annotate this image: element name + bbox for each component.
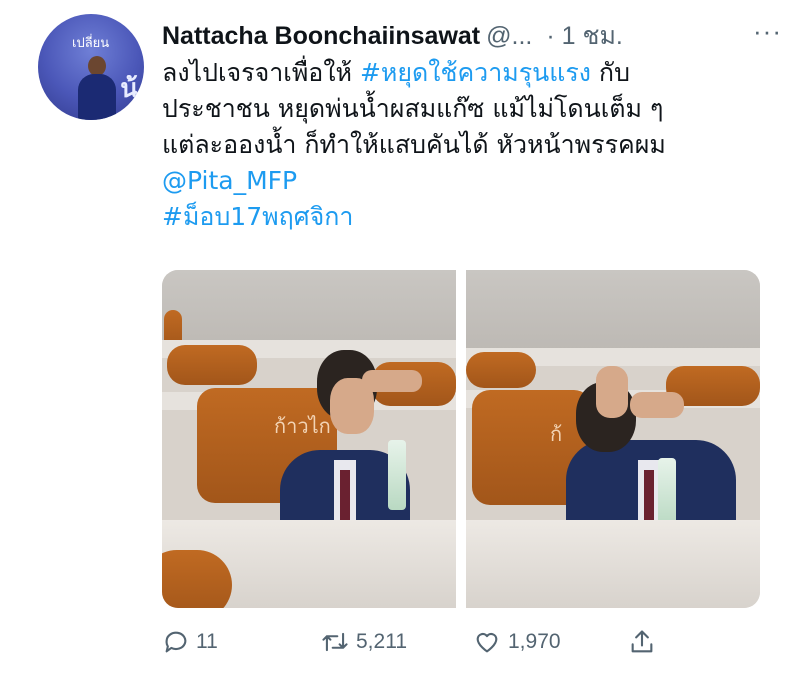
tweet-line-1-prefix: ลงไปเจรจาเพื่อให้	[162, 58, 360, 87]
tie	[644, 470, 654, 520]
desk-front	[466, 520, 760, 608]
tweet-actions: 11 5,211 1,970	[162, 622, 782, 662]
seat-label: ก้	[550, 422, 563, 446]
wall	[466, 270, 760, 350]
like-count: 1,970	[508, 630, 561, 653]
author-avatar[interactable]: เปลี่ยน น้	[38, 14, 144, 120]
retweet-icon	[322, 632, 348, 652]
tweet-line-1: ลงไปเจรจาเพื่อให้ #หยุดใช้ความรุนแรง กับ	[162, 55, 782, 91]
more-options-icon[interactable]: ···	[753, 16, 782, 47]
seat-back	[466, 352, 536, 388]
reply-button[interactable]: 11	[162, 622, 218, 662]
avatar-text: เปลี่ยน	[72, 36, 110, 51]
tweet-media: ก้าวไก ก้	[162, 270, 760, 608]
share-button[interactable]	[628, 622, 662, 662]
seat-back	[167, 345, 257, 385]
hand	[596, 366, 628, 418]
share-icon	[631, 630, 653, 653]
tie	[340, 470, 350, 520]
bottle	[388, 440, 406, 510]
tweet-line-3: แต่ละอองน้ำ ก็ทำให้แสบคันได้ หัวหน้าพรรค…	[162, 130, 666, 159]
avatar-person-head	[88, 56, 106, 76]
avatar-text-2: น้	[120, 74, 138, 104]
author-name[interactable]: Nattacha Boonchaiinsawat	[162, 22, 480, 50]
tweet-line-1-suffix: กับ	[590, 58, 630, 87]
hand	[630, 392, 684, 418]
retweet-button[interactable]: 5,211	[320, 622, 407, 662]
like-button[interactable]: 1,970	[472, 622, 561, 662]
reply-icon	[165, 631, 187, 653]
tweet-header: Nattacha Boonchaiinsawat @... · 1 ชม. ···	[162, 16, 782, 50]
mention-link[interactable]: @Pita_MFP	[162, 163, 782, 199]
photo-right[interactable]: ก้	[466, 270, 760, 608]
retweet-count: 5,211	[356, 630, 407, 653]
wall	[162, 270, 456, 350]
tweet-text: ลงไปเจรจาเพื่อให้ #หยุดใช้ความรุนแรง กับ…	[162, 55, 782, 235]
heart-icon	[476, 632, 498, 653]
hashtag-link-2[interactable]: #ม็อบ17พฤศจิกา	[162, 199, 782, 235]
hand	[362, 370, 422, 392]
photo-left[interactable]: ก้าวไก	[162, 270, 456, 608]
tweet-time[interactable]: · 1 ชม.	[546, 22, 623, 50]
bottle	[658, 458, 676, 528]
seat-label: ก้าวไก	[274, 414, 331, 438]
hashtag-link[interactable]: #หยุดใช้ความรุนแรง	[360, 58, 591, 87]
avatar-person-body	[78, 74, 116, 120]
tweet-line-2: ประชาชน หยุดพ่นน้ำผสมแก๊ซ แม้ไม่โดนเต็ม …	[162, 94, 664, 123]
author-handle[interactable]: @...	[486, 22, 532, 50]
reply-count: 11	[196, 630, 218, 653]
